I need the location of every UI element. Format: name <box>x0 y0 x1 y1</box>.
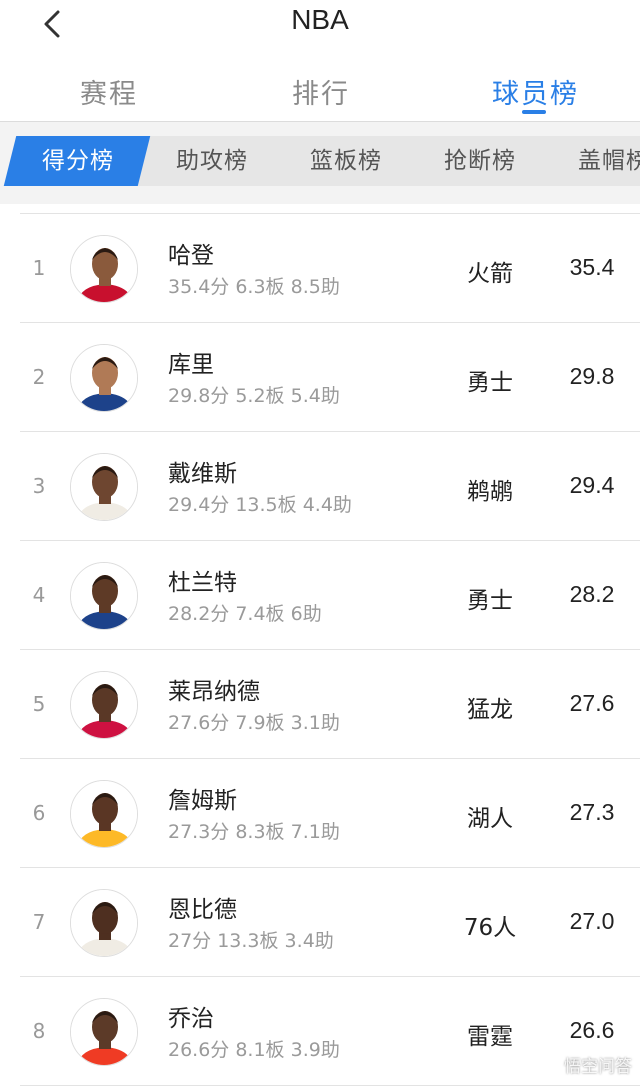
rank-number: 2 <box>32 365 46 389</box>
rank-number: 1 <box>32 256 46 280</box>
tab-player-rankings[interactable]: 球员榜 <box>492 72 579 111</box>
subtab-blocks[interactable]: 盖帽榜 <box>539 136 640 186</box>
player-name: 库里 <box>168 352 214 378</box>
player-portrait-icon <box>71 890 137 956</box>
active-tab-indicator <box>522 110 546 114</box>
player-stats: 27.3分 8.3板 7.1助 <box>168 821 340 843</box>
points-value: 29.4 <box>569 472 615 498</box>
player-stats: 27.6分 7.9板 3.1助 <box>168 712 340 734</box>
tab-schedule[interactable]: 赛程 <box>80 72 138 111</box>
player-portrait-icon <box>71 672 137 738</box>
player-name: 莱昂纳德 <box>168 679 260 705</box>
player-stats: 29.4分 13.5板 4.4助 <box>168 494 352 516</box>
player-row[interactable]: 3 戴维斯 29.4分 13.5板 4.4助 鹈鹕 29.4 <box>0 432 640 541</box>
page-title: NBA <box>291 4 349 35</box>
player-avatar <box>70 780 138 848</box>
player-ranking-list: 1 哈登 35.4分 6.3板 8.5助 火箭 35.4 2 库里 29.8分 … <box>0 214 640 1086</box>
team-name: 勇士 <box>467 370 513 396</box>
player-stats: 28.2分 7.4板 6助 <box>168 603 322 625</box>
player-name: 哈登 <box>168 243 214 269</box>
player-row[interactable]: 2 库里 29.8分 5.2板 5.4助 勇士 29.8 <box>0 323 640 432</box>
player-row[interactable]: 1 哈登 35.4分 6.3板 8.5助 火箭 35.4 <box>0 214 640 323</box>
player-avatar <box>70 235 138 303</box>
points-value: 27.3 <box>569 799 615 825</box>
team-name: 76人 <box>463 915 517 941</box>
team-name: 鹈鹕 <box>467 479 513 505</box>
player-stats: 26.6分 8.1板 3.9助 <box>168 1039 340 1061</box>
points-value: 29.8 <box>569 363 615 389</box>
player-avatar <box>70 889 138 957</box>
player-portrait-icon <box>71 454 137 520</box>
subtab-label: 盖帽榜 <box>578 148 640 174</box>
player-row[interactable]: 5 莱昂纳德 27.6分 7.9板 3.1助 猛龙 27.6 <box>0 650 640 759</box>
player-row[interactable]: 6 詹姆斯 27.3分 8.3板 7.1助 湖人 27.3 <box>0 759 640 868</box>
player-portrait-icon <box>71 236 137 302</box>
player-stats: 29.8分 5.2板 5.4助 <box>168 385 340 407</box>
player-name: 乔治 <box>168 1006 214 1032</box>
rank-number: 3 <box>32 474 46 498</box>
points-value: 27.6 <box>569 690 615 716</box>
player-avatar <box>70 344 138 412</box>
team-name: 猛龙 <box>467 697 513 723</box>
watermark-text: 悟空问答 <box>564 1057 632 1077</box>
player-portrait-icon <box>71 781 137 847</box>
points-value: 28.2 <box>569 581 615 607</box>
subtab-assists[interactable]: 助攻榜 <box>137 136 287 186</box>
player-portrait-icon <box>71 999 137 1065</box>
rank-number: 8 <box>32 1019 46 1043</box>
player-avatar <box>70 671 138 739</box>
player-avatar <box>70 562 138 630</box>
points-value: 35.4 <box>569 254 615 280</box>
rank-number: 7 <box>32 910 46 934</box>
player-row[interactable]: 4 杜兰特 28.2分 7.4板 6助 勇士 28.2 <box>0 541 640 650</box>
rank-number: 6 <box>32 801 46 825</box>
player-stats: 35.4分 6.3板 8.5助 <box>168 276 340 298</box>
player-row[interactable]: 7 恩比德 27分 13.3板 3.4助 76人 27.0 <box>0 868 640 977</box>
player-name: 杜兰特 <box>168 570 237 596</box>
team-name: 勇士 <box>467 588 513 614</box>
points-value: 26.6 <box>569 1017 615 1043</box>
team-name: 火箭 <box>467 261 513 287</box>
team-name: 湖人 <box>467 806 513 832</box>
player-stats: 27分 13.3板 3.4助 <box>168 930 334 952</box>
tab-standings[interactable]: 排行 <box>292 72 350 111</box>
player-name: 戴维斯 <box>168 461 237 487</box>
subtab-rebounds[interactable]: 篮板榜 <box>271 136 421 186</box>
subtab-label: 抢断榜 <box>444 148 516 174</box>
player-name: 恩比德 <box>168 897 237 923</box>
subtab-label: 助攻榜 <box>176 148 248 174</box>
player-avatar <box>70 453 138 521</box>
player-portrait-icon <box>71 563 137 629</box>
player-avatar <box>70 998 138 1066</box>
subtab-label: 得分榜 <box>42 148 114 174</box>
stat-category-tabs: 得分榜 助攻榜 篮板榜 抢断榜 盖帽榜 <box>0 122 640 204</box>
rank-number: 5 <box>32 692 46 716</box>
subtab-steals[interactable]: 抢断榜 <box>405 136 555 186</box>
subtab-label: 篮板榜 <box>310 148 382 174</box>
wukong-logo-icon <box>538 1056 560 1078</box>
player-name: 詹姆斯 <box>168 788 237 814</box>
points-value: 27.0 <box>569 908 615 934</box>
rank-number: 4 <box>32 583 46 607</box>
player-portrait-icon <box>71 345 137 411</box>
team-name: 雷霆 <box>467 1024 513 1050</box>
subtab-points[interactable]: 得分榜 <box>3 136 153 186</box>
nav-header: NBA <box>0 0 640 50</box>
watermark: 悟空问答 <box>538 1052 632 1078</box>
